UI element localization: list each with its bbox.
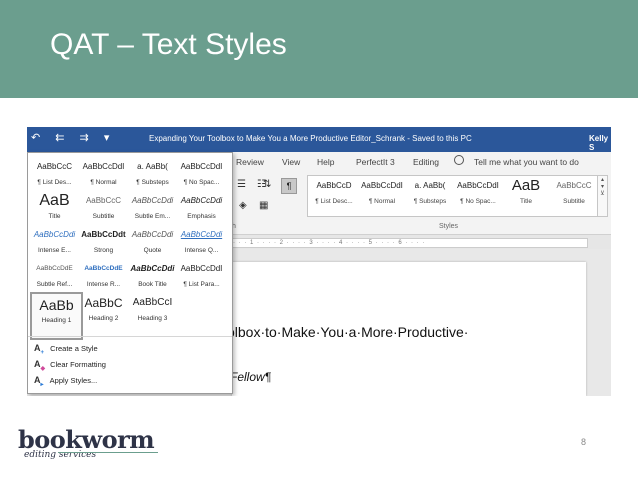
style-name: Quote — [143, 247, 162, 254]
style-name: Intense Q... — [184, 247, 219, 254]
style-cell-heading-1[interactable]: AaBb Heading 1 — [30, 292, 83, 340]
style-cell-heading-3[interactable]: AaBbCcI Heading 3 — [128, 292, 177, 336]
style-name: Book Title — [138, 281, 167, 288]
gallery-style-substeps[interactable]: a. AaBb( ¶ Substeps — [406, 178, 454, 205]
create-style-item[interactable]: A+ Create a Style — [34, 343, 98, 357]
style-cell-heading-2[interactable]: AaBbC Heading 2 — [79, 292, 128, 336]
style-sample: AaBbCcDdi — [131, 196, 174, 205]
style-sample: AaB — [39, 192, 70, 209]
style-sample: AaBbCcDdi — [180, 196, 223, 205]
style-sample: AaBbCcDdE — [84, 265, 123, 272]
create-style-label: Create a Style — [50, 344, 98, 353]
style-sample: AaBbCcDdi — [33, 230, 76, 239]
style-name: Emphasis — [187, 213, 216, 220]
style-name: Subtitle — [92, 213, 115, 220]
style-name: ¶ No Spac... — [183, 179, 220, 186]
tab-help[interactable]: Help — [317, 157, 334, 167]
bookworm-logo: bookworm editing services — [18, 425, 163, 465]
style-name: ¶ Substeps — [413, 198, 447, 205]
word-title-bar: ↶ ⇇ ⇉ ▾ Expanding Your Toolbox to Make Y… — [27, 127, 611, 152]
clear-formatting-item[interactable]: A◆ Clear Formatting — [34, 359, 106, 373]
style-name: ¶ Normal — [90, 179, 117, 186]
style-name: Subtle Em... — [134, 213, 171, 220]
style-name: Strong — [93, 247, 114, 254]
style-sample: AaBbCcDdi — [131, 230, 174, 239]
style-name: ¶ List Des... — [37, 179, 72, 186]
style-name: Subtle Ref... — [36, 281, 73, 288]
tab-perfectit[interactable]: PerfectIt 3 — [356, 157, 395, 167]
logo-swoosh — [58, 452, 158, 453]
style-name: Heading 1 — [41, 317, 72, 324]
style-sample: AaBb — [39, 297, 74, 313]
styles-group-label: Styles — [439, 223, 459, 230]
styles-gallery: AaBbCcD ¶ List Desc... AaBbCcDdI ¶ Norma… — [307, 175, 599, 217]
style-sample: AaBbCcDdi — [180, 230, 223, 239]
gallery-style-subtitle[interactable]: AaBbCcC Subtitle — [550, 178, 598, 205]
style-sample: AaBbCcC — [85, 196, 122, 205]
style-name: Intense E... — [38, 247, 71, 254]
tell-me-search[interactable]: Tell me what you want to do — [474, 157, 579, 167]
tab-view[interactable]: View — [282, 157, 300, 167]
word-screenshot: ↶ ⇇ ⇉ ▾ Expanding Your Toolbox to Make Y… — [27, 127, 611, 396]
gallery-scroll[interactable]: ▴ ▾ ⊻ — [597, 175, 608, 217]
borders-icon[interactable]: ▦ — [259, 200, 268, 211]
apply-styles-icon: A▸ — [34, 375, 44, 388]
style-name: ¶ No Spac... — [460, 198, 496, 205]
style-sample: AaBbCcDdI — [180, 264, 223, 273]
style-sample: a. AaBb( — [137, 162, 168, 171]
style-name: ¶ List Desc... — [315, 198, 353, 205]
gallery-style-list-desc[interactable]: AaBbCcD ¶ List Desc... — [310, 178, 358, 205]
document-heading-text[interactable]: olbox·to·Make·You·a·More·Productive· — [227, 324, 468, 340]
tab-editing[interactable]: Editing — [413, 157, 439, 167]
lightbulb-icon — [454, 155, 464, 165]
style-sample: AaBbCcDdt — [81, 230, 126, 239]
styles-dropdown: AaBbCcC ¶ List Des... AaBbCcDdI ¶ Normal… — [27, 152, 233, 394]
clear-formatting-icon: A◆ — [34, 359, 46, 372]
style-name: ¶ Substeps — [136, 179, 169, 186]
style-sample: AaBbCcDdI — [457, 181, 499, 190]
document-byline-text[interactable]: Fellow¶ — [230, 370, 271, 384]
style-sample: AaBbCcDdI — [180, 162, 223, 171]
style-sample: AaBbCcDdI — [361, 181, 403, 190]
style-sample: AaBbCcDdi — [130, 264, 175, 273]
list-indent-icon[interactable]: ☰ — [237, 179, 246, 190]
dropdown-separator — [28, 336, 232, 337]
style-sample: a. AaBb( — [414, 181, 446, 190]
horizontal-ruler[interactable]: · · · 1 · · · · 2 · · · · 3 · · · · 4 · … — [232, 238, 588, 248]
tab-review[interactable]: Review — [236, 157, 264, 167]
sort-icon[interactable]: ⇅ — [263, 179, 271, 190]
shading-icon[interactable]: ◈ — [239, 200, 247, 211]
show-formatting-button[interactable]: ¶ — [281, 178, 297, 194]
style-name: Intense R... — [86, 281, 121, 288]
style-sample: AaBbCcC — [556, 181, 592, 190]
gallery-style-title[interactable]: AaB Title — [502, 178, 550, 205]
style-sample: AaBbCcD — [316, 181, 352, 190]
slide-page-number: 8 — [581, 437, 587, 447]
style-name: Title — [48, 213, 61, 220]
style-sample: AaBbCcDdI — [82, 162, 125, 171]
style-sample: AaBbCcI — [132, 297, 173, 308]
gallery-style-normal[interactable]: AaBbCcDdI ¶ Normal — [358, 178, 406, 205]
apply-styles-item[interactable]: A▸ Apply Styles... — [34, 375, 97, 389]
style-name: ¶ List Para... — [183, 281, 220, 288]
style-sample: AaB — [511, 178, 541, 194]
apply-styles-label: Apply Styles... — [49, 376, 98, 385]
style-name: ¶ Normal — [368, 198, 396, 205]
style-name: Subtitle — [563, 198, 585, 205]
style-name: Heading 2 — [88, 315, 119, 322]
user-name[interactable]: Kelly S — [589, 134, 611, 152]
slide-title: QAT – Text Styles — [50, 28, 287, 61]
style-sample: AaBbC — [84, 296, 123, 310]
gallery-style-no-spacing[interactable]: AaBbCcDdI ¶ No Spac... — [454, 178, 502, 205]
style-cell-list-paragraph[interactable]: AaBbCcDdI ¶ List Para... — [177, 258, 226, 302]
style-name: Title — [519, 198, 533, 205]
style-name: Heading 3 — [137, 315, 168, 322]
quick-access-toolbar[interactable]: ↶ ⇇ ⇉ ▾ — [31, 131, 115, 144]
clear-formatting-label: Clear Formatting — [50, 360, 106, 369]
style-sample: AaBbCcDdE — [36, 265, 73, 272]
document-title: Expanding Your Toolbox to Make You a Mor… — [149, 134, 472, 143]
create-style-icon: A+ — [34, 343, 45, 356]
style-sample: AaBbCcC — [36, 162, 73, 171]
